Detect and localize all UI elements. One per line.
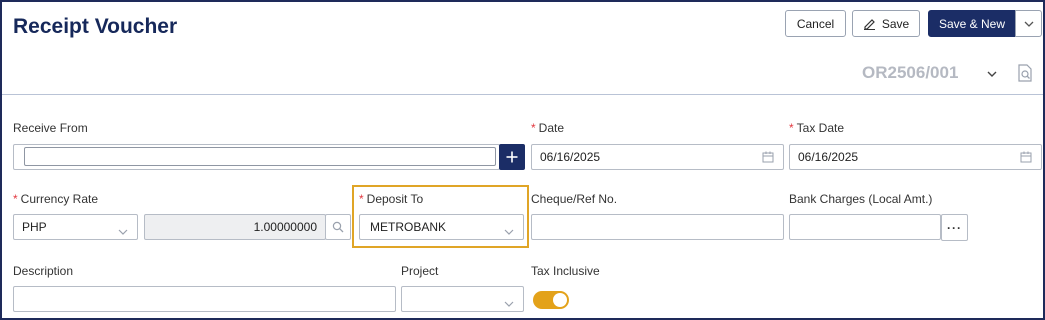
cancel-button[interactable]: Cancel — [785, 10, 846, 37]
deposit-to-label-text: Deposit To — [366, 192, 424, 206]
receipt-voucher-window: Receipt Voucher Cancel Save Save & New O… — [0, 0, 1045, 320]
date-label-text: Date — [538, 121, 565, 135]
project-label: Project — [401, 264, 439, 278]
save-new-button[interactable]: Save & New — [928, 10, 1016, 37]
page-header: Receipt Voucher Cancel Save Save & New O… — [2, 2, 1043, 95]
pencil-icon — [863, 19, 875, 30]
chevron-down-icon — [1024, 21, 1033, 27]
currency-rate-input[interactable]: 1.00000000 — [144, 214, 326, 240]
document-search-icon — [1018, 64, 1032, 82]
required-marker: * — [13, 192, 18, 206]
date-label: * Date — [531, 121, 564, 135]
bank-charges-input[interactable] — [789, 214, 941, 240]
receive-from-label: Receive From — [13, 121, 88, 135]
chevron-down-icon — [504, 224, 514, 238]
more-options-button[interactable]: ··· — [941, 214, 968, 241]
description-input[interactable] — [13, 286, 396, 312]
page-title: Receipt Voucher — [13, 15, 178, 38]
tax-date-label: * Tax Date — [789, 121, 844, 135]
required-marker: * — [789, 121, 794, 135]
description-label: Description — [13, 264, 74, 278]
voucher-number: OR2506/001 — [862, 63, 959, 82]
calendar-icon[interactable] — [762, 151, 774, 166]
plus-icon — [506, 151, 518, 163]
chevron-down-icon — [118, 224, 128, 238]
project-select[interactable] — [401, 286, 524, 312]
bank-charges-label: Bank Charges (Local Amt.) — [789, 192, 933, 206]
tax-date-value: 06/16/2025 — [798, 150, 859, 164]
save-button-label: Save — [881, 16, 910, 31]
receive-from-input[interactable] — [24, 147, 496, 166]
calendar-icon[interactable] — [1020, 151, 1032, 166]
chevron-down-icon — [504, 296, 514, 310]
required-marker: * — [359, 192, 364, 206]
currency-value: PHP — [22, 220, 47, 234]
date-value: 06/16/2025 — [540, 150, 601, 164]
required-marker: * — [531, 121, 536, 135]
currency-select[interactable]: PHP — [13, 214, 138, 240]
search-icon — [332, 221, 344, 233]
voucher-number-dropdown[interactable] — [987, 66, 997, 80]
tax-date-label-text: Tax Date — [796, 121, 845, 135]
add-customer-button[interactable] — [499, 144, 525, 170]
currency-rate-label-text: Currency Rate — [20, 192, 99, 206]
currency-rate-label: * Currency Rate — [13, 192, 98, 206]
ellipsis-icon: ··· — [947, 220, 962, 235]
currency-rate-search-button[interactable] — [325, 214, 351, 240]
cheque-ref-label: Cheque/Ref No. — [531, 192, 618, 206]
tax-inclusive-label: Tax Inclusive — [531, 264, 600, 278]
deposit-to-value: METROBANK — [370, 220, 447, 234]
save-button[interactable]: Save — [852, 10, 920, 37]
save-options-dropdown-button[interactable] — [1015, 10, 1042, 37]
deposit-to-select[interactable]: METROBANK — [359, 214, 524, 240]
tax-inclusive-toggle[interactable] — [533, 291, 569, 309]
date-input[interactable]: 06/16/2025 — [531, 144, 784, 170]
cheque-ref-input[interactable] — [531, 214, 784, 240]
toggle-knob — [553, 293, 567, 307]
document-search-button[interactable] — [1017, 64, 1033, 85]
deposit-to-label: * Deposit To — [359, 192, 423, 206]
chevron-down-icon — [987, 71, 997, 77]
tax-date-input[interactable]: 06/16/2025 — [789, 144, 1042, 170]
